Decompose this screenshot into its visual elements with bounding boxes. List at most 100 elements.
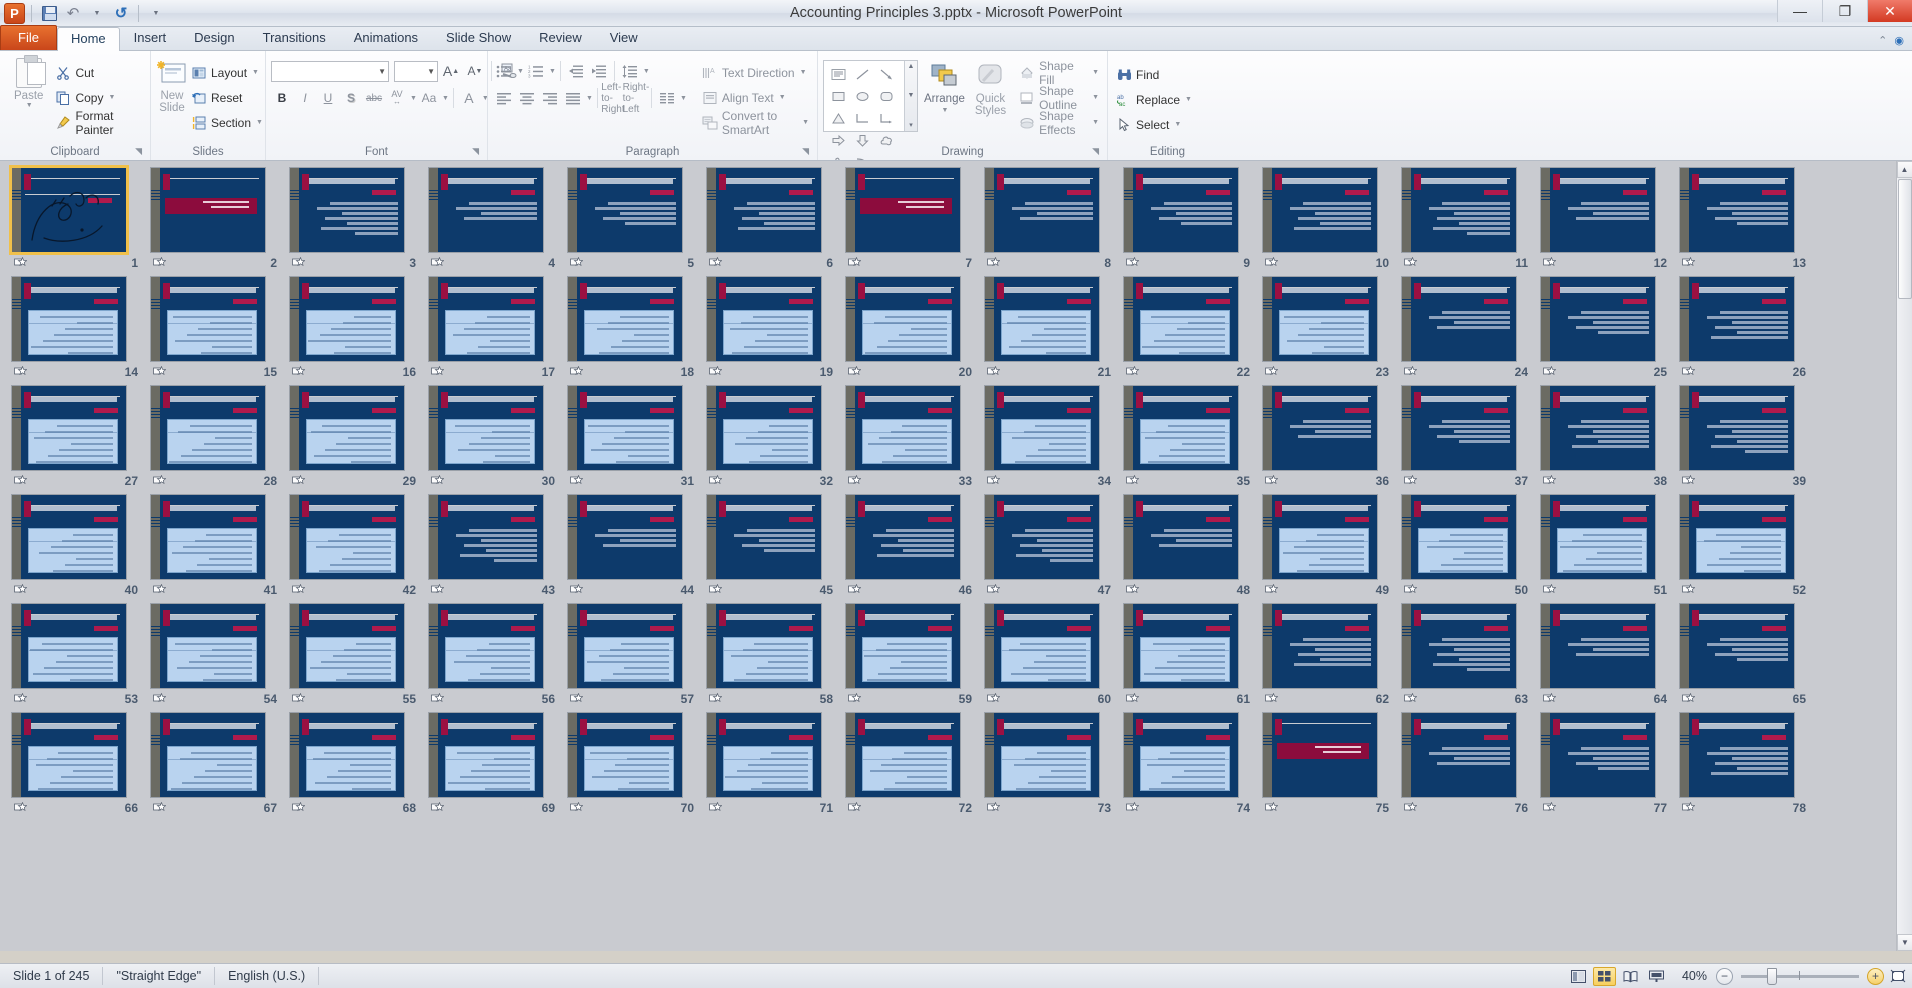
slide-thumbnail[interactable] (984, 603, 1100, 689)
slide-cell[interactable]: 45 (706, 491, 845, 600)
ribbon[interactable]: Paste ▼ Cut Copy ▼ Format Painter Clipbo… (0, 51, 1912, 161)
slide-thumbnail[interactable] (845, 494, 961, 580)
slide-transition-icon[interactable] (292, 365, 305, 379)
slide-thumbnail-wrapper[interactable] (11, 491, 150, 580)
ribbon-controls[interactable]: ⌃ ◉ (1878, 34, 1912, 50)
slide-cell[interactable]: 10 (1262, 164, 1401, 273)
font-color-button[interactable]: A (458, 87, 480, 109)
slide-cell[interactable]: 32 (706, 382, 845, 491)
select-dropdown-icon[interactable]: ▼ (1174, 121, 1181, 128)
slide-thumbnail[interactable] (1401, 385, 1517, 471)
slide-cell[interactable]: 19 (706, 273, 845, 382)
slide-transition-icon[interactable] (1682, 365, 1695, 379)
slide-cell[interactable]: 51 (1540, 491, 1679, 600)
slide-thumbnail[interactable] (1123, 276, 1239, 362)
slide-transition-icon[interactable] (1404, 692, 1417, 706)
slide-thumbnail-wrapper[interactable] (150, 382, 289, 471)
slide-transition-icon[interactable] (1404, 801, 1417, 815)
line-spacing-button[interactable] (619, 60, 641, 82)
slide-cell[interactable]: 43 (428, 491, 567, 600)
slide-thumbnail-wrapper[interactable] (1123, 273, 1262, 362)
theme-name[interactable]: "Straight Edge" (103, 967, 216, 985)
slide-transition-icon[interactable] (848, 474, 861, 488)
fit-to-window-button[interactable] (1887, 967, 1908, 986)
slide-thumbnail[interactable] (1540, 385, 1656, 471)
zoom-slider[interactable] (1741, 967, 1859, 985)
slide-thumbnail-wrapper[interactable] (1401, 273, 1540, 362)
justify-dropdown-icon[interactable]: ▼ (586, 95, 593, 102)
slide-transition-icon[interactable] (1126, 801, 1139, 815)
slide-cell[interactable]: 65 (1679, 600, 1818, 709)
scroll-up-icon[interactable]: ▲ (907, 63, 914, 70)
slide-thumbnail[interactable] (289, 494, 405, 580)
replace-dropdown-icon[interactable]: ▼ (1185, 96, 1192, 103)
slide-transition-icon[interactable] (848, 256, 861, 270)
slide-transition-icon[interactable] (153, 474, 166, 488)
slide-thumbnail-wrapper[interactable] (567, 709, 706, 798)
slide-thumbnail-wrapper[interactable] (1540, 491, 1679, 580)
language-indicator[interactable]: English (U.S.) (215, 967, 320, 985)
slide-transition-icon[interactable] (1404, 256, 1417, 270)
shape-elbow-arrow-connector-icon[interactable] (874, 107, 898, 129)
slide-transition-icon[interactable] (1265, 365, 1278, 379)
slide-thumbnail-wrapper[interactable] (1401, 164, 1540, 253)
undo-dropdown-icon[interactable]: ▼ (86, 2, 108, 24)
slide-thumbnail-wrapper[interactable] (984, 382, 1123, 471)
slide-transition-icon[interactable] (1265, 801, 1278, 815)
slide-transition-icon[interactable] (987, 256, 1000, 270)
slide-indicator[interactable]: Slide 1 of 245 (0, 967, 104, 985)
slide-cell[interactable]: 73 (984, 709, 1123, 818)
slide-thumbnail-wrapper[interactable] (845, 273, 984, 362)
align-text-dropdown-icon[interactable]: ▼ (779, 94, 786, 101)
slide-thumbnail[interactable] (428, 276, 544, 362)
slide-transition-icon[interactable] (431, 365, 444, 379)
slide-cell[interactable]: 76 (1401, 709, 1540, 818)
font-name-input[interactable]: ▼ (271, 60, 389, 82)
slide-transition-icon[interactable] (1126, 256, 1139, 270)
slide-thumbnail-wrapper[interactable] (1401, 382, 1540, 471)
slide-transition-icon[interactable] (1265, 474, 1278, 488)
reading-view-button[interactable] (1619, 967, 1642, 986)
slide-thumbnail-wrapper[interactable] (845, 709, 984, 798)
slide-thumbnail-wrapper[interactable] (150, 709, 289, 798)
slide-cell[interactable]: 3 (289, 164, 428, 273)
zoom-slider-handle[interactable] (1767, 967, 1777, 985)
quick-access-toolbar[interactable]: P ↶ ▼ ↺ ▼ (0, 0, 167, 26)
increase-indent-button[interactable] (588, 60, 610, 82)
slide-transition-icon[interactable] (1265, 256, 1278, 270)
slide-thumbnail-wrapper[interactable] (845, 382, 984, 471)
copy-button[interactable]: Copy ▼ (52, 85, 145, 110)
slide-thumbnail-wrapper[interactable] (567, 382, 706, 471)
slide-transition-icon[interactable] (987, 365, 1000, 379)
help-icon[interactable]: ◉ (1894, 34, 1904, 47)
slide-thumbnail-wrapper[interactable] (706, 600, 845, 689)
slide-thumbnail-wrapper[interactable] (1262, 164, 1401, 253)
shape-outline-button[interactable]: Shape Outline ▼ (1016, 84, 1102, 112)
slide-cell[interactable]: 78 (1679, 709, 1818, 818)
text-direction-button[interactable]: A Text Direction ▼ (699, 60, 812, 85)
slide-thumbnail[interactable] (1401, 276, 1517, 362)
slide-thumbnail[interactable] (1679, 603, 1795, 689)
slide-cell[interactable]: 13 (1679, 164, 1818, 273)
slide-show-view-button[interactable] (1645, 967, 1668, 986)
slide-cell[interactable]: 25 (1540, 273, 1679, 382)
slide-thumbnail-wrapper[interactable] (1123, 600, 1262, 689)
slide-transition-icon[interactable] (153, 692, 166, 706)
convert-to-smartart-button[interactable]: Convert to SmartArt ▼ (699, 109, 812, 137)
text-shadow-button[interactable]: S (340, 87, 362, 109)
slide-transition-icon[interactable] (1682, 801, 1695, 815)
format-painter-button[interactable]: Format Painter (52, 109, 145, 137)
slide-thumbnail-wrapper[interactable] (984, 709, 1123, 798)
slide-thumbnail[interactable] (1540, 712, 1656, 798)
slide-cell[interactable]: 63 (1401, 600, 1540, 709)
status-bar-right[interactable]: 40% − + (1567, 966, 1912, 986)
slide-transition-icon[interactable] (292, 692, 305, 706)
slide-cell[interactable]: 61 (1123, 600, 1262, 709)
slide-transition-icon[interactable] (1543, 474, 1556, 488)
arrange-dropdown-icon[interactable]: ▼ (941, 105, 948, 117)
slide-thumbnail[interactable] (150, 167, 266, 253)
slide-transition-icon[interactable] (987, 583, 1000, 597)
smartart-dropdown-icon[interactable]: ▼ (802, 119, 809, 126)
slide-thumbnail[interactable] (1262, 385, 1378, 471)
slide-transition-icon[interactable] (1682, 583, 1695, 597)
